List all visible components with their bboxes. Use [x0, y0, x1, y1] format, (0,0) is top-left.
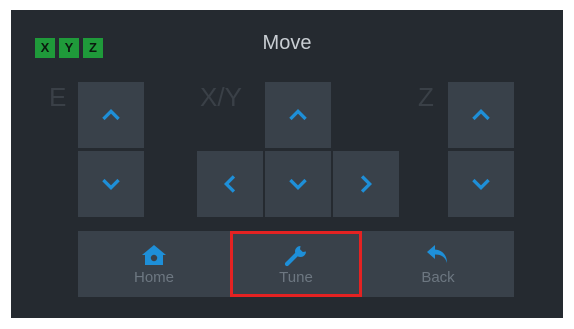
tune-label: Tune [279, 268, 313, 286]
e-up-button[interactable] [78, 82, 144, 148]
y-down-button[interactable] [265, 151, 331, 217]
axis-label-e: E [49, 82, 67, 112]
chevron-left-icon [223, 175, 236, 193]
chevron-down-icon [102, 178, 120, 191]
back-label: Back [421, 268, 455, 286]
chevron-up-icon [102, 108, 120, 121]
axis-label-xy: X/Y [200, 82, 242, 112]
move-screen: X Y Z Move E X/Y Z Home Tune Back [11, 10, 563, 318]
tune-button[interactable]: Tune [230, 231, 362, 297]
chevron-down-icon [472, 178, 490, 191]
z-down-button[interactable] [448, 151, 514, 217]
x-right-button[interactable] [333, 151, 399, 217]
chevron-right-icon [360, 175, 373, 193]
chevron-down-icon [289, 178, 307, 191]
page-title: Move [262, 32, 312, 54]
z-up-button[interactable] [448, 82, 514, 148]
home-icon [142, 244, 166, 265]
back-button[interactable]: Back [362, 231, 514, 297]
axis-label-z: Z [418, 82, 434, 112]
x-left-button[interactable] [197, 151, 263, 217]
y-up-button[interactable] [265, 82, 331, 148]
wrench-icon [284, 245, 306, 266]
home-button[interactable]: Home [78, 231, 230, 297]
chevron-up-icon [472, 108, 490, 121]
home-label: Home [133, 268, 174, 286]
chevron-up-icon [289, 108, 307, 121]
e-down-button[interactable] [78, 151, 144, 217]
back-arrow-icon [427, 244, 447, 263]
